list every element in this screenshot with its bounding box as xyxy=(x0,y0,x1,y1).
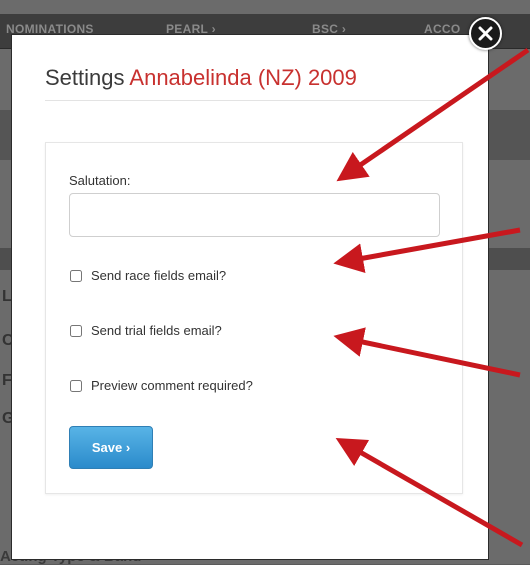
preview-comment-checkbox[interactable] xyxy=(70,380,82,392)
race-fields-email-checkbox[interactable] xyxy=(70,270,82,282)
close-icon xyxy=(478,26,493,41)
preview-comment-label[interactable]: Preview comment required? xyxy=(91,378,253,393)
salutation-label: Salutation: xyxy=(69,173,131,188)
trial-fields-email-checkbox[interactable] xyxy=(70,325,82,337)
settings-modal: Settings Annabelinda (NZ) 2009 Salutatio… xyxy=(11,34,489,560)
race-fields-email-label[interactable]: Send race fields email? xyxy=(91,268,226,283)
modal-title: Settings Annabelinda (NZ) 2009 xyxy=(45,65,357,91)
horse-name: Annabelinda (NZ) 2009 xyxy=(129,65,357,90)
close-button[interactable] xyxy=(469,17,502,50)
title-divider xyxy=(45,100,455,101)
modal-title-prefix: Settings xyxy=(45,65,125,90)
trial-fields-email-label[interactable]: Send trial fields email? xyxy=(91,323,222,338)
save-button[interactable]: Save › xyxy=(69,426,153,469)
settings-panel: Salutation: Send race fields email? Send… xyxy=(45,142,463,494)
salutation-input[interactable] xyxy=(69,193,440,237)
